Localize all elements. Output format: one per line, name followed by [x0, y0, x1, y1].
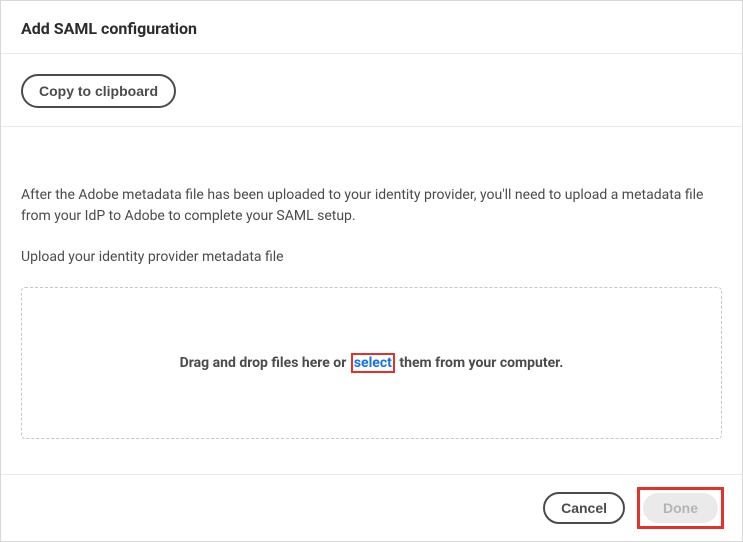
copy-section: Copy to clipboard: [1, 54, 742, 127]
cancel-button[interactable]: Cancel: [543, 492, 625, 524]
dialog-header: Add SAML configuration: [1, 1, 742, 54]
upload-label: Upload your identity provider metadata f…: [21, 249, 722, 265]
select-file-link[interactable]: select: [351, 353, 395, 373]
dropzone-text-after: them from your computer.: [396, 355, 563, 371]
instruction-text: After the Adobe metadata file has been u…: [21, 185, 722, 227]
dropzone-text-before: Drag and drop files here or: [180, 355, 350, 371]
dropzone-text: Drag and drop files here or select them …: [180, 355, 564, 371]
main-content: After the Adobe metadata file has been u…: [1, 127, 742, 474]
dialog-title: Add SAML configuration: [21, 19, 722, 38]
copy-to-clipboard-button[interactable]: Copy to clipboard: [21, 74, 176, 108]
file-dropzone[interactable]: Drag and drop files here or select them …: [21, 287, 722, 439]
done-button-highlight: Done: [637, 487, 724, 529]
dialog-footer: Cancel Done: [1, 474, 742, 541]
done-button[interactable]: Done: [643, 493, 718, 523]
